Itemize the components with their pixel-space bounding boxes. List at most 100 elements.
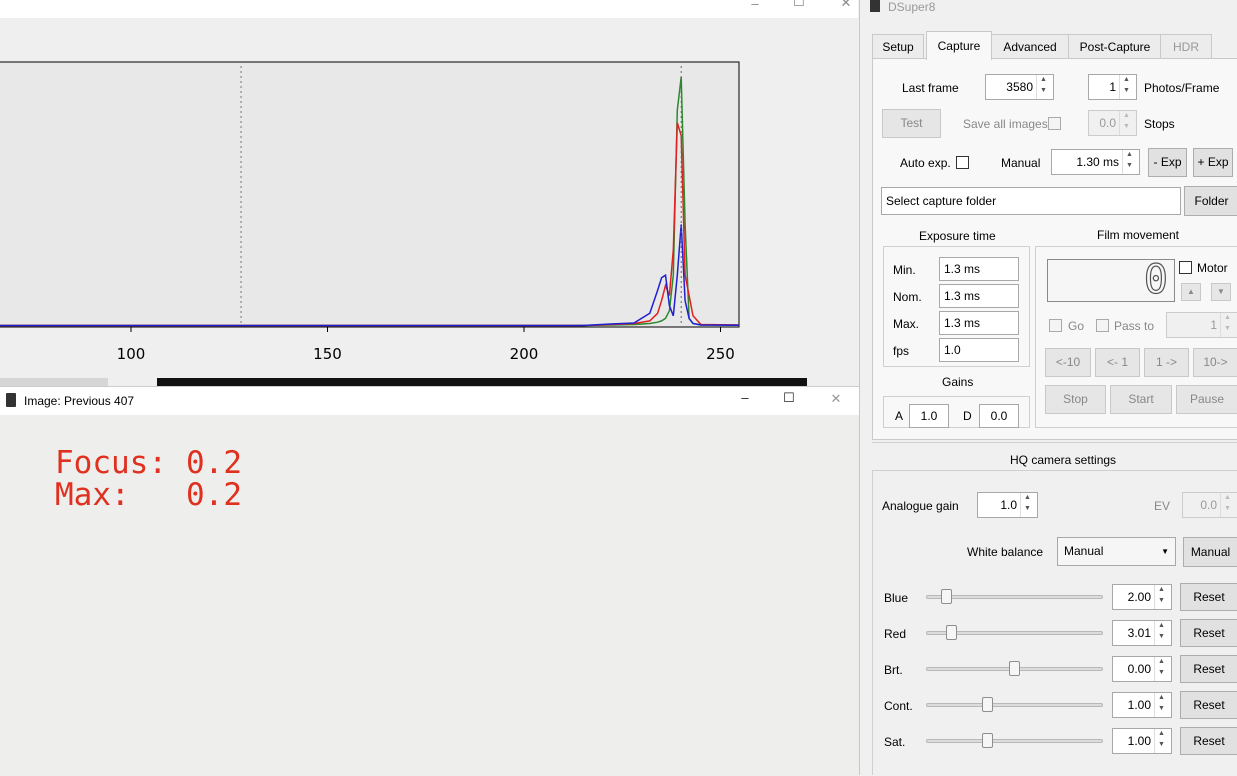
gain-d-field[interactable]: 0.0 (979, 404, 1019, 428)
pass-to-checkbox[interactable] (1096, 319, 1109, 332)
reset-button[interactable]: Reset (1180, 691, 1237, 719)
spin-up-icon[interactable]: ▲ (1158, 694, 1165, 701)
spin-down-icon[interactable]: ▼ (1158, 633, 1165, 640)
spin-up-icon[interactable]: ▲ (1123, 112, 1130, 119)
tab-hdr[interactable]: HDR (1160, 34, 1212, 59)
close-icon[interactable]: ✕ (826, 391, 846, 407)
gain-a-field[interactable]: 1.0 (909, 404, 949, 428)
x-tick-label: 100 (117, 345, 146, 363)
spin-down-icon[interactable]: ▼ (1224, 505, 1231, 512)
spin-up-icon[interactable]: ▲ (1024, 494, 1031, 501)
spin-down-icon[interactable]: ▼ (1123, 87, 1130, 94)
start-button[interactable]: Start (1110, 385, 1172, 414)
analogue-gain-spinbox[interactable]: 1.0 ▲ ▼ (977, 492, 1038, 518)
tab-setup[interactable]: Setup (872, 34, 924, 59)
slider-track[interactable] (926, 739, 1103, 743)
slider-value-spinbox[interactable]: 1.00 ▲ ▼ (1112, 692, 1172, 718)
spin-up-icon[interactable]: ▲ (1123, 76, 1130, 83)
last-frame-spinbox[interactable]: 3580 ▲ ▼ (985, 74, 1054, 100)
capture-folder-field[interactable]: Select capture folder (881, 187, 1181, 215)
stops-spinbox[interactable]: 0.0 ▲ ▼ (1088, 110, 1137, 136)
white-balance-select[interactable]: Manual ▼ (1057, 537, 1176, 566)
save-all-images-checkbox[interactable] (1048, 117, 1061, 130)
spin-down-icon[interactable]: ▼ (1123, 123, 1130, 130)
slider-handle[interactable] (982, 697, 993, 712)
tab-post-capture[interactable]: Post-Capture (1068, 34, 1162, 59)
slider-track[interactable] (926, 595, 1103, 599)
manual-exposure-spinbox[interactable]: 1.30 ms ▲ ▼ (1051, 149, 1140, 175)
slider-label: Sat. (884, 735, 906, 749)
spin-up-icon[interactable]: ▲ (1158, 622, 1165, 629)
minus-exp-button[interactable]: - Exp (1148, 148, 1187, 177)
spin-up-icon[interactable]: ▲ (1158, 586, 1165, 593)
slider-value-spinbox[interactable]: 0.00 ▲ ▼ (1112, 656, 1172, 682)
reset-button[interactable]: Reset (1180, 583, 1237, 611)
slider-value-spinbox[interactable]: 3.01 ▲ ▼ (1112, 620, 1172, 646)
ev-spinbox[interactable]: 0.0 ▲ ▼ (1182, 492, 1237, 518)
spin-down-icon[interactable]: ▼ (1158, 669, 1165, 676)
fps-field[interactable]: 1.0 (939, 338, 1019, 362)
maximize-icon[interactable]: ☐ (779, 390, 799, 406)
slider-label: Blue (884, 591, 909, 605)
exposure-min-field[interactable]: 1.3 ms (939, 257, 1019, 281)
white-balance-manual-button[interactable]: Manual (1183, 537, 1237, 567)
spin-up-icon[interactable]: ▲ (1224, 314, 1231, 321)
reset-button[interactable]: Reset (1180, 727, 1237, 755)
spin-down-icon[interactable]: ▼ (1158, 741, 1165, 748)
auto-exp-checkbox[interactable] (956, 156, 969, 169)
spin-down-icon[interactable]: ▼ (1126, 162, 1133, 169)
slider-handle[interactable] (1009, 661, 1020, 676)
pause-button[interactable]: Pause (1176, 385, 1237, 414)
slider-value-spinbox[interactable]: 1.00 ▲ ▼ (1112, 728, 1172, 754)
exposure-max-field[interactable]: 1.3 ms (939, 311, 1019, 335)
spin-down-icon[interactable]: ▼ (1158, 597, 1165, 604)
frame-counter-display: 0 (1047, 257, 1175, 303)
dsuper8-window: DSuper8 Setup Capture Advanced Post-Capt… (859, 0, 1237, 775)
arrow-down-icon: ▼ (1217, 287, 1225, 296)
spin-down-icon[interactable]: ▼ (1040, 87, 1047, 94)
slider-value-spinbox[interactable]: 2.00 ▲ ▼ (1112, 584, 1172, 610)
window-title: DSuper8 (888, 0, 936, 14)
pass-to-spinbox[interactable]: 1 ▲ ▼ (1166, 312, 1237, 338)
tab-advanced[interactable]: Advanced (990, 34, 1070, 59)
gains-title: Gains (942, 375, 974, 389)
slider-handle[interactable] (982, 733, 993, 748)
spin-up-icon[interactable]: ▲ (1126, 151, 1133, 158)
back-10-button[interactable]: <-10 (1045, 348, 1091, 377)
reset-button[interactable]: Reset (1180, 619, 1237, 647)
app-icon (870, 0, 880, 12)
gain-a-label: A (895, 409, 904, 423)
go-checkbox[interactable] (1049, 319, 1062, 332)
spin-down-icon[interactable]: ▼ (1024, 505, 1031, 512)
manual-label: Manual (1001, 156, 1041, 170)
chevron-down-icon: ▼ (1161, 547, 1169, 556)
spin-down-icon[interactable]: ▼ (1224, 325, 1231, 332)
slider-handle[interactable] (946, 625, 957, 640)
plus-exp-button[interactable]: + Exp (1193, 148, 1233, 177)
spin-down-icon[interactable]: ▼ (1158, 705, 1165, 712)
image-titlebar: Image: Previous 407 – ☐ ✕ (0, 387, 859, 415)
minimize-icon[interactable]: – (735, 390, 755, 405)
motor-checkbox[interactable] (1179, 261, 1192, 274)
slider-track[interactable] (926, 703, 1103, 707)
forward-10-button[interactable]: 10-> (1193, 348, 1237, 377)
stop-button[interactable]: Stop (1045, 385, 1106, 414)
back-1-button[interactable]: <- 1 (1095, 348, 1140, 377)
spin-up-icon[interactable]: ▲ (1040, 76, 1047, 83)
folder-button[interactable]: Folder (1184, 186, 1237, 216)
spin-up-icon[interactable]: ▲ (1224, 494, 1231, 501)
photos-per-frame-spinbox[interactable]: 1 ▲ ▼ (1088, 74, 1137, 100)
motor-up-button[interactable]: ▲ (1181, 283, 1201, 301)
motor-down-button[interactable]: ▼ (1211, 283, 1231, 301)
forward-1-button[interactable]: 1 -> (1144, 348, 1189, 377)
spin-up-icon[interactable]: ▲ (1158, 658, 1165, 665)
reset-button[interactable]: Reset (1180, 655, 1237, 683)
tab-capture[interactable]: Capture (926, 31, 992, 60)
test-button[interactable]: Test (882, 109, 941, 138)
spin-up-icon[interactable]: ▲ (1158, 730, 1165, 737)
photos-per-frame-label: Photos/Frame (1144, 81, 1220, 95)
exposure-nom-field[interactable]: 1.3 ms (939, 284, 1019, 308)
x-tick-label: 250 (706, 345, 735, 363)
slider-handle[interactable] (941, 589, 952, 604)
hq-camera-title: HQ camera settings (1010, 453, 1117, 467)
